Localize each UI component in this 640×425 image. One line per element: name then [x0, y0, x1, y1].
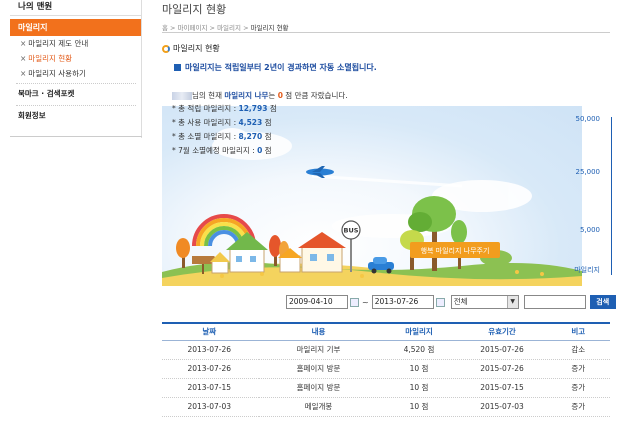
- sidebar-item-label: 마일리지 사용하기: [28, 69, 86, 78]
- title-divider: [162, 32, 610, 33]
- table-row: 2013-07-15 홈페이지 방문 10 점 2015-07-15 증가: [162, 378, 610, 398]
- col-mileage: 마일리지: [379, 323, 458, 341]
- banner-text: 행복 마일리지 나무주기: [421, 246, 490, 255]
- col-note: 비고: [545, 323, 610, 341]
- breadcrumb-mypage[interactable]: 마이페이지: [178, 24, 208, 32]
- sidebar-divider: [141, 0, 142, 138]
- sidebar-item-mileage-use[interactable]: × 마일리지 사용하기: [10, 66, 142, 81]
- cell-expiry: 2015-07-15: [457, 378, 546, 398]
- sidebar-bottom-border: [10, 136, 142, 137]
- date-to-input[interactable]: 2013-07-26: [371, 295, 434, 309]
- keyword-input[interactable]: [523, 295, 586, 309]
- date-from-input[interactable]: 2009-04-10: [286, 295, 348, 309]
- cell-content: 홈페이지 방문: [256, 378, 380, 398]
- ring-icon: [162, 44, 170, 53]
- user-tree-status: 님의 현재 마일리지 나무는 0 점 만큼 자랐습니다.: [172, 90, 348, 101]
- tree-label: 마일리지 나무: [224, 91, 269, 100]
- col-expiry: 유효기간: [457, 323, 546, 341]
- col-date: 날짜: [162, 323, 257, 341]
- cell-note: 감소: [545, 340, 610, 360]
- masked-username: [172, 92, 192, 100]
- type-select-value: 전체: [453, 297, 468, 306]
- cell-note: 증가: [545, 359, 610, 379]
- cell-mileage: 4,520 점: [379, 340, 458, 360]
- user-line-suffix: 점 만큼 자랐습니다.: [282, 91, 348, 100]
- table-row: 2013-07-03 메일개봉 10 점 2015-07-03 증가: [162, 397, 610, 417]
- date-range-separator: ~: [362, 297, 369, 307]
- plane-trail: [311, 174, 463, 188]
- cell-date: 2013-07-26: [162, 340, 257, 360]
- section-title: 마일리지 현황: [162, 43, 220, 54]
- breadcrumb-current: 마일리지 현황: [250, 24, 289, 32]
- section-title-text: 마일리지 현황: [173, 44, 220, 53]
- main-content: 마일리지 현황 홈 > 마이페이지 > 마일리지 > 마일리지 현황 마일리지 …: [162, 0, 630, 425]
- gauge-tick-label: 25,000: [575, 168, 601, 176]
- mileage-gauge-axis: [611, 117, 612, 275]
- stat-total-expired: * 총 소멸 마일리지 : 8,270 점: [172, 132, 272, 141]
- cell-expiry: 2015-07-26: [457, 340, 546, 360]
- sidebar: 나의 맨원 마일리지 × 마일리지 제도 안내 × 마일리지 현황 × 마일리지 사용…: [10, 0, 142, 425]
- cell-mileage: 10 점: [379, 397, 458, 417]
- mileage-history-table: 날짜 내용 마일리지 유효기간 비고 2013-07-26 마일리지 기부 4,…: [162, 322, 610, 417]
- bus-sign-text: BUS: [344, 227, 359, 235]
- breadcrumb-home[interactable]: 홈: [162, 24, 168, 32]
- type-select[interactable]: 전체 ▼: [450, 295, 519, 309]
- calendar-icon[interactable]: [435, 297, 445, 307]
- cell-expiry: 2015-07-03: [457, 397, 546, 417]
- gauge-tick-label: 5,000: [579, 226, 600, 234]
- sidebar-item-mileage[interactable]: 마일리지: [10, 19, 142, 36]
- chevron-down-icon: ▼: [506, 296, 518, 308]
- bullet-icon: ×: [20, 69, 27, 78]
- bus-stop-icon: BUS: [341, 220, 361, 272]
- calendar-icon[interactable]: [350, 297, 359, 307]
- breadcrumb: 홈 > 마이페이지 > 마일리지 > 마일리지 현황: [162, 24, 289, 32]
- expiry-notice: 마일리지는 적립일부터 2년이 경과하면 자동 소멸됩니다.: [174, 62, 377, 73]
- stat-total-earned: * 총 적립 마일리지 : 12,793 점: [172, 104, 277, 113]
- stat-july-expiring: * 7월 소멸예정 마일리지 : 0 점: [172, 146, 272, 155]
- stat-total-used: * 총 사용 마일리지 : 4,523 점: [172, 118, 272, 127]
- notice-text: 마일리지는 적립일부터 2년이 경과하면 자동 소멸됩니다.: [185, 63, 377, 72]
- sidebar-item-label: 마일리지 제도 안내: [28, 39, 89, 48]
- page-title: 마일리지 현황: [162, 3, 227, 16]
- table-row: 2013-07-26 홈페이지 방문 10 점 2015-07-26 증가: [162, 359, 610, 379]
- mileage-tree-banner: 행복 마일리지 나무주기: [410, 242, 500, 258]
- sidebar-item-bookmark[interactable]: 북마크 · 검색포켓: [10, 84, 142, 103]
- sidebar-title: 나의 맨원: [10, 0, 142, 16]
- sidebar-item-mileage-status[interactable]: × 마일리지 현황: [10, 51, 142, 66]
- cell-note: 증가: [545, 378, 610, 398]
- sidebar-item-label: 마일리지 현황: [28, 54, 73, 63]
- cell-expiry: 2015-07-26: [457, 359, 546, 379]
- cell-date: 2013-07-03: [162, 397, 257, 417]
- cell-content: 메일개봉: [256, 397, 380, 417]
- filter-bar: 2009-04-10 ~ 2013-07-26 전체 ▼ 검색: [286, 295, 616, 309]
- house-icon: [278, 232, 346, 273]
- cell-content: 홈페이지 방문: [256, 359, 380, 379]
- gauge-tick-label: 50,000: [575, 115, 601, 123]
- sidebar-item-member-info[interactable]: 회원정보: [10, 106, 142, 125]
- user-line-prefix: 님의 현재: [192, 91, 225, 100]
- col-content: 내용: [256, 323, 380, 341]
- user-line-mid: 는: [268, 91, 278, 100]
- bullet-icon: ×: [20, 54, 27, 63]
- cell-date: 2013-07-15: [162, 378, 257, 398]
- bullet-icon: ×: [20, 39, 27, 48]
- square-bullet-icon: [174, 64, 181, 71]
- cell-mileage: 10 점: [379, 378, 458, 398]
- cell-mileage: 10 점: [379, 359, 458, 379]
- table-header-row: 날짜 내용 마일리지 유효기간 비고: [162, 323, 610, 341]
- table-row: 2013-07-26 마일리지 기부 4,520 점 2015-07-26 감소: [162, 340, 610, 360]
- breadcrumb-mileage[interactable]: 마일리지: [217, 24, 241, 32]
- gauge-axis-label: 마일리지: [574, 266, 600, 274]
- cell-content: 마일리지 기부: [256, 340, 380, 360]
- search-button[interactable]: 검색: [589, 295, 616, 309]
- sidebar-item-mileage-guide[interactable]: × 마일리지 제도 안내: [10, 36, 142, 51]
- cell-note: 증가: [545, 397, 610, 417]
- cell-date: 2013-07-26: [162, 359, 257, 379]
